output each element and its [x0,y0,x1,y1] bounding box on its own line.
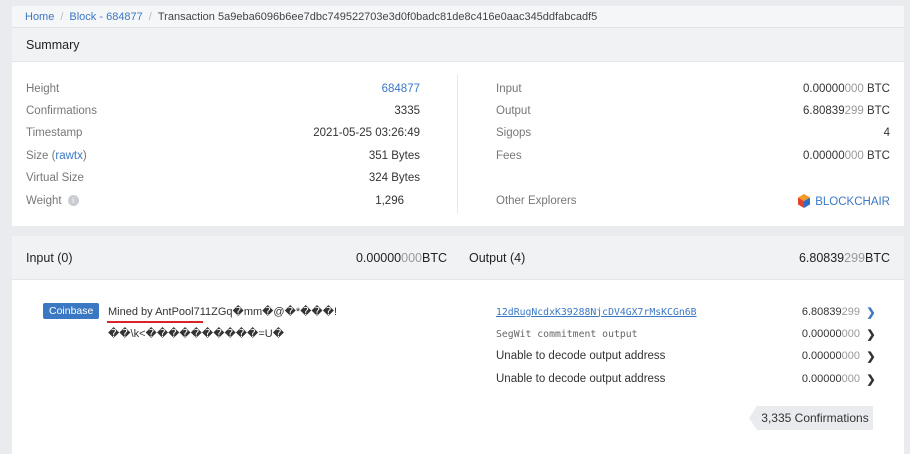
confirmations-row: Confirmations 3335 [26,102,420,120]
virtual-size-row: Virtual Size 324 Bytes [26,169,420,187]
confirmations-value: 3335 [394,105,420,117]
output-address: SegWit commitment output [496,328,638,340]
output-amount: 0.00000000 [802,373,860,385]
output-address-link[interactable]: 12dRugNcdxK39288NjcDV4GX7rMsKCGn6B [496,307,697,318]
input-row: Input 0.00000000 BTC [496,80,890,98]
blockchair-logo-icon [798,194,811,208]
output-row: Output 6.80839299 BTC [496,102,890,120]
breadcrumb-block-link[interactable]: Block - 684877 [69,11,142,23]
other-explorers-row: Other Explorers BLOCKCHAIR [496,192,890,210]
input-total-main: 0.00000 [355,251,402,265]
output-header: Output (4) [469,251,526,265]
size-row: Size (rawtx) 351 Bytes [26,147,420,165]
output-total: 6.80839 299 BTC [799,236,890,280]
input-total-unit: BTC [422,251,447,265]
input-total-dim: 000 [401,251,422,265]
column-divider [457,74,458,214]
output-amount: 0.00000000 [802,328,860,340]
breadcrumb: Home / Block - 684877 / Transaction 5a9e… [12,6,904,28]
chevron-right-icon[interactable]: ❯ [866,350,876,363]
coinbase-script-line-2: ��\k<����������=U� [108,328,284,340]
input-unit: BTC [863,83,890,95]
output-amount: 6.80839299 [802,306,860,318]
output-address: Unable to decode output address [496,350,666,362]
output-amount-main: 6.80839 [801,306,842,318]
input-value-main: 0.00000 [803,83,845,95]
height-link[interactable]: 684877 [382,83,420,95]
output-amount-main: 0.00000 [801,350,842,362]
output-amount-dim: 000 [841,328,860,340]
output-value: 6.80839299 BTC [803,105,890,117]
other-explorers-label: Other Explorers [496,195,577,207]
breadcrumb-home-link[interactable]: Home [25,11,54,23]
output-amount-dim: 000 [841,350,860,362]
input-value-dim: 000 [844,83,864,95]
timestamp-value: 2021-05-25 03:26:49 [313,127,420,139]
coinbase-badge: Coinbase [43,303,100,319]
output-label: Output [496,105,531,117]
confirmations-label: Confirmations [26,105,97,117]
blockchair-link-text: BLOCKCHAIR [815,196,890,208]
input-total: 0.00000 000 BTC [356,236,447,280]
output-row: Unable to decode output address 0.000000… [496,347,876,365]
input-label: Input [496,83,522,95]
rawtx-link[interactable]: rawtx [55,150,82,162]
virtual-size-value: 324 Bytes [368,172,420,184]
output-amount: 0.00000000 [802,350,860,362]
fees-row: Fees 0.00000000 BTC [496,147,890,165]
breadcrumb-separator: / [60,10,64,23]
sigops-row: Sigops 4 [496,124,890,142]
timestamp-label: Timestamp [26,127,83,139]
output-amount-dim: 299 [841,306,860,318]
output-total-main: 6.80839 [798,251,845,265]
info-icon[interactable]: i [67,195,79,207]
breadcrumb-separator: / [148,10,152,23]
output-total-unit: BTC [865,251,890,265]
timestamp-row: Timestamp 2021-05-25 03:26:49 [26,124,420,142]
fees-unit: BTC [863,150,890,162]
io-panel: Input (0) 0.00000 000 BTC Output (4) 6.80… [12,236,904,454]
size-label-text: Size [26,150,49,162]
chevron-right-icon[interactable]: ❯ [866,328,876,341]
fees-value-dim: 000 [844,150,864,162]
size-value: 351 Bytes [368,150,420,162]
size-label: Size (rawtx) [26,150,87,162]
output-row: Unable to decode output address 0.000000… [496,370,876,388]
chevron-right-icon[interactable]: ❯ [866,373,876,386]
height-label: Height [26,83,60,95]
output-row: SegWit commitment output 0.00000000 ❯ [496,325,876,343]
weight-label: Weight i [26,195,79,207]
virtual-size-label: Virtual Size [26,172,84,184]
summary-title: Summary [12,28,904,62]
weight-label-text: Weight [26,195,62,207]
output-address: Unable to decode output address [496,373,666,385]
weight-row: Weight i 1,296 [26,192,420,210]
output-unit: BTC [863,105,890,117]
breadcrumb-current: Transaction 5a9eba6096b6ee7dbc749522703e… [157,10,598,23]
coinbase-script-line-1: Mined by AntPool711ZGq�mm�@�*���! [108,306,338,318]
output-value-main: 6.80839 [803,105,845,117]
fees-value: 0.00000000 BTC [803,150,890,162]
fees-value-main: 0.00000 [803,150,845,162]
annotation-underline [107,321,203,323]
io-header: Input (0) 0.00000 000 BTC Output (4) 6.80… [12,236,904,280]
weight-value: 1,296 [375,195,404,207]
output-amount-dim: 000 [841,373,860,385]
height-row: Height 684877 [26,80,420,98]
input-header: Input (0) [26,251,73,265]
sigops-label: Sigops [496,127,532,139]
chevron-right-icon[interactable]: ❯ [866,306,876,319]
output-value-dim: 299 [844,105,864,117]
output-amount-main: 0.00000 [801,328,842,340]
output-total-dim: 299 [844,251,865,265]
output-amount-main: 0.00000 [801,373,842,385]
summary-panel: Summary Height 684877 Confirmations 3335… [12,28,904,226]
blockchair-link[interactable]: BLOCKCHAIR [798,194,890,208]
fees-label: Fees [496,150,522,162]
output-row: 12dRugNcdxK39288NjcDV4GX7rMsKCGn6B 6.808… [496,303,876,321]
input-value: 0.00000000 BTC [803,83,890,95]
sigops-value: 4 [883,127,890,139]
confirmations-badge: 3,335 Confirmations [749,406,873,430]
